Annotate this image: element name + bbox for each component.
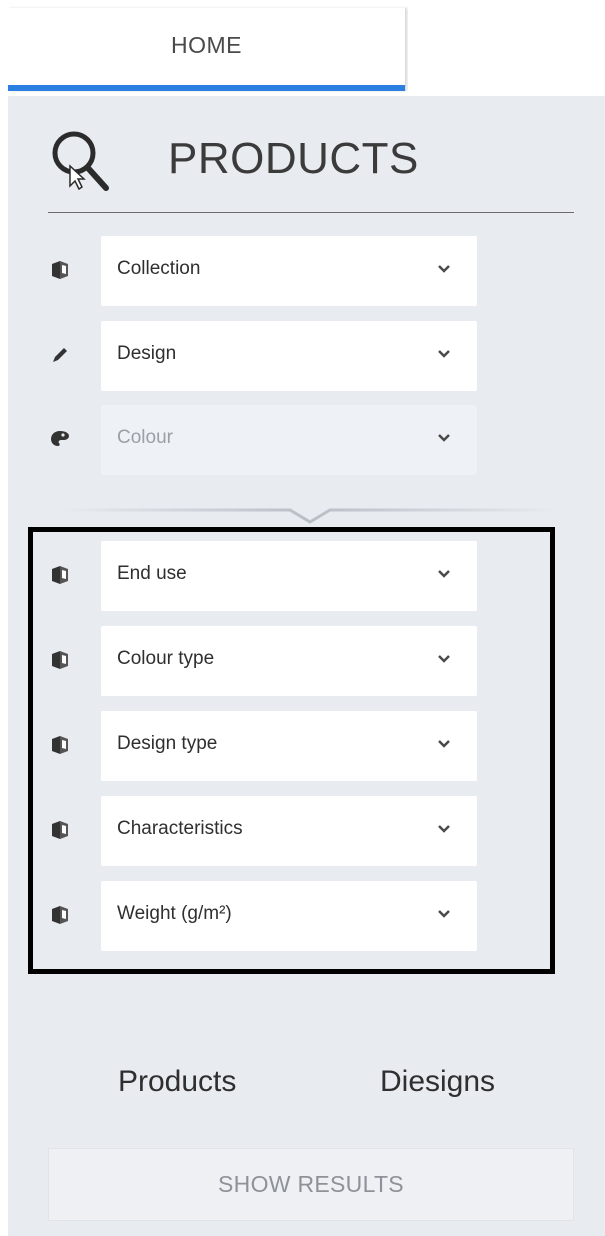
section-divider (60, 508, 560, 524)
chevron-down-icon (438, 570, 450, 578)
chevron-down-icon (438, 655, 450, 663)
colour-select-label: Colour (117, 427, 173, 448)
characteristics-select-label: Characteristics (117, 818, 243, 839)
filter-row-end-use: End use (48, 541, 478, 611)
colour-type-select-label: Colour type (117, 648, 215, 669)
weight-select-label: Weight (g/m²) (117, 903, 232, 924)
design-type-select-label: Design type (117, 733, 218, 754)
show-results-button[interactable]: SHOW RESULTS (48, 1148, 574, 1221)
chevron-down-icon (438, 265, 450, 273)
chevron-down-icon (438, 910, 450, 918)
tab-home[interactable]: HOME (8, 8, 406, 91)
chevron-down-icon (438, 825, 450, 833)
design-select[interactable]: Design (101, 321, 477, 391)
book-icon (52, 736, 68, 754)
filter-row-design-type: Design type (48, 711, 478, 781)
collection-select-label: Collection (117, 258, 201, 279)
filter-row-design: Design (48, 321, 478, 391)
filter-row-weight: Weight (g/m²) (48, 881, 478, 951)
design-select-label: Design (117, 343, 177, 364)
design-type-select[interactable]: Design type (101, 711, 477, 781)
tab-bar: HOME (8, 0, 605, 96)
chevron-down-icon (438, 434, 450, 442)
book-icon (52, 651, 68, 669)
colour-type-select[interactable]: Colour type (101, 626, 477, 696)
palette-icon (51, 431, 69, 446)
designs-count-label[interactable]: Diesigns (380, 1065, 495, 1099)
book-icon (52, 566, 68, 584)
book-icon (52, 261, 68, 279)
page-title: PRODUCTS (168, 134, 419, 183)
filter-row-colour-type: Colour type (48, 626, 478, 696)
filter-row-colour: Colour (48, 405, 478, 475)
chevron-down-icon (438, 740, 450, 748)
tab-home-label: HOME (171, 32, 242, 58)
book-icon (52, 906, 68, 924)
pencil-icon (53, 348, 67, 362)
book-icon (52, 821, 68, 839)
tab-home-active-indicator (8, 85, 405, 91)
products-header: PRODUCTS (48, 124, 574, 213)
colour-select[interactable]: Colour (101, 405, 477, 475)
collection-select[interactable]: Collection (101, 236, 477, 306)
end-use-select[interactable]: End use (101, 541, 477, 611)
tab-secondary[interactable] (408, 8, 605, 96)
search-icon[interactable] (48, 128, 118, 198)
end-use-select-label: End use (117, 563, 187, 584)
weight-select[interactable]: Weight (g/m²) (101, 881, 477, 951)
filter-row-characteristics: Characteristics (48, 796, 478, 866)
chevron-down-icon (438, 350, 450, 358)
filter-row-collection: Collection (48, 236, 478, 306)
products-count-label[interactable]: Products (118, 1065, 236, 1099)
characteristics-select[interactable]: Characteristics (101, 796, 477, 866)
